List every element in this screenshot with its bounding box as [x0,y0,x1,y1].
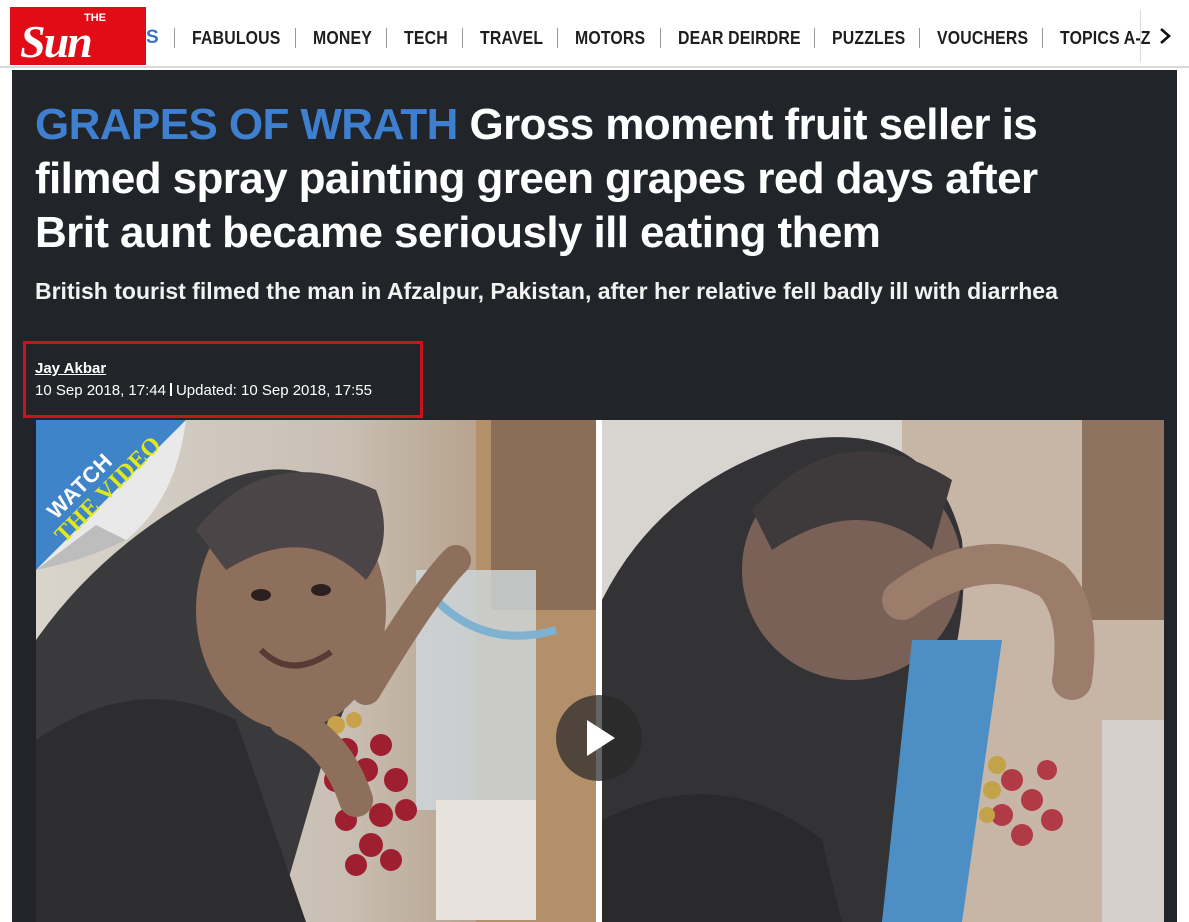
headline: GRAPES OF WRATH Gross moment fruit selle… [35,98,1115,260]
article-header: GRAPES OF WRATH Gross moment fruit selle… [12,70,1177,922]
svg-text:Sun: Sun [20,16,91,65]
nav-item-fabulous[interactable]: FABULOUS [160,22,281,54]
nav-item-label: VOUCHERS [936,27,1029,48]
nav-scroll-right-button[interactable] [1140,10,1189,62]
video-player[interactable]: WATCH THE VIDEO [36,420,1164,922]
nav-separator [294,28,296,48]
published-date: 10 Sep 2018, 17:44 [35,382,166,399]
nav-item-puzzles[interactable]: PUZZLES [800,22,905,54]
watch-video-badge[interactable]: WATCH THE VIDEO [36,420,186,570]
nav-item-label: FABULOUS [192,27,281,48]
headline-kicker: GRAPES OF WRATH [35,100,458,149]
nav-item-label: TRAVEL [479,27,544,48]
page-gutter-left [0,68,12,922]
chevron-right-icon [1160,28,1171,44]
nav-items: FABULOUS MONEY TECH TRAVEL MOTORS DEAR DEIRDR… [160,22,1151,54]
top-navigation: THE Sun S FABULOUS MONEY TECH TRAVEL MOTORS D… [0,0,1189,68]
nav-item-money[interactable]: MONEY [281,22,372,54]
play-button[interactable] [556,695,642,781]
nav-item-label: MOTORS [575,27,646,48]
nav-separator [1042,28,1044,48]
nav-separator [557,28,559,48]
video-frame-right [602,420,1164,922]
nav-item-label: TOPICS A-Z [1060,27,1152,48]
nav-item-vouchers[interactable]: VOUCHERS [905,22,1029,54]
nav-item-travel[interactable]: TRAVEL [448,22,543,54]
author-link[interactable]: Jay Akbar [35,360,106,377]
nav-separator [813,28,815,48]
nav-item-motors[interactable]: MOTORS [543,22,645,54]
nav-separator [385,28,387,48]
nav-item-topics-a-z[interactable]: TOPICS A-Z [1028,22,1151,54]
play-icon [587,720,615,756]
nav-separator [918,28,920,48]
nav-item-dear-deirdre[interactable]: DEAR DEIRDRE [646,22,800,54]
nav-item-tech[interactable]: TECH [372,22,448,54]
publish-dates: 10 Sep 2018, 17:44 Updated: 10 Sep 2018, … [35,382,372,399]
page-gutter-right [1177,68,1189,922]
nav-item-label: TECH [403,27,448,48]
date-separator [169,383,172,396]
nav-item-partial[interactable]: S [146,22,159,54]
nav-separator [461,28,463,48]
nav-separator [174,28,175,48]
nav-separator [659,28,661,48]
nav-item-label: MONEY [312,27,372,48]
nav-item-label: DEAR DEIRDRE [677,27,801,48]
the-sun-logo[interactable]: THE Sun [10,7,146,65]
nav-item-label: PUZZLES [831,27,906,48]
video-frame-left: WATCH THE VIDEO [36,420,596,922]
byline-highlight [23,341,423,418]
standfirst: British tourist filmed the man in Afzalp… [35,278,1058,304]
updated-date: Updated: 10 Sep 2018, 17:55 [175,382,372,399]
